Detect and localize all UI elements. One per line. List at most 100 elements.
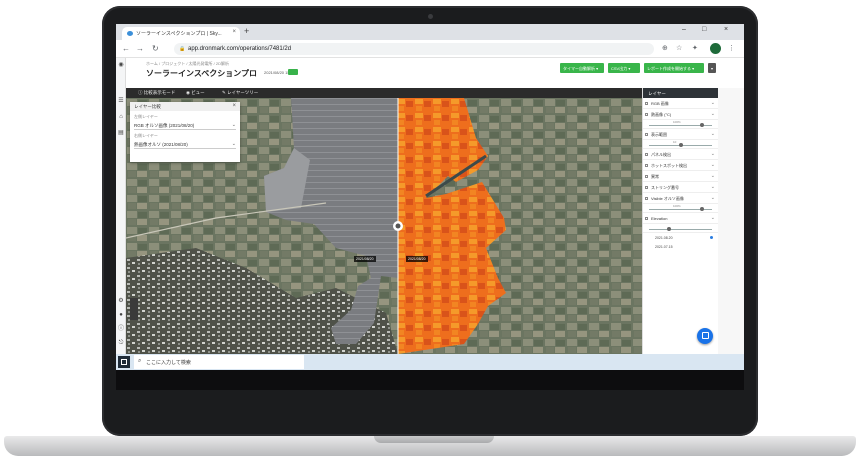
laptop-mockup: ソーラーインスペクションプロ | Sky... × + – □ × ← → ↻ …: [0, 0, 860, 460]
logo-icon[interactable]: ◉: [118, 62, 124, 68]
left-layer-select[interactable]: RGB オルソ画像 (2021/08/20) ⌄: [134, 121, 236, 130]
favicon-icon: [127, 31, 133, 36]
close-window-icon[interactable]: ×: [724, 26, 728, 33]
opacity-slider[interactable]: 10: [643, 140, 718, 149]
layer-name: 表示範囲: [651, 132, 667, 137]
chevron-down-icon: ⌄: [710, 162, 715, 168]
chevron-down-icon: ⌄: [231, 122, 236, 128]
slider-handle[interactable]: [700, 207, 704, 211]
browser-menu-icon[interactable]: ⋮: [728, 44, 735, 52]
breadcrumb[interactable]: ホーム / プロジェクト / 太陽光発電所 / 2D解析: [146, 61, 229, 67]
profile-avatar[interactable]: [710, 43, 721, 54]
layer-tree-button[interactable]: ✎ レイヤーツリー: [222, 90, 258, 96]
compare-mode-button[interactable]: ⓘ 比較表示モード: [138, 90, 175, 96]
new-tab-icon[interactable]: +: [244, 26, 249, 36]
chevron-down-icon: ⌄: [710, 131, 715, 137]
more-button[interactable]: ▾: [708, 63, 716, 73]
layer-toggle-row[interactable]: パネル検出 ⌄: [643, 149, 718, 160]
layer-toggle-row[interactable]: 熱画像 (°C) ⌄: [643, 109, 718, 120]
opacity-slider[interactable]: [643, 224, 718, 233]
date-item[interactable]: 2021.07.15: [643, 242, 718, 251]
checkbox[interactable]: [645, 102, 648, 105]
windows-taskbar: ⌕ ここに入力して検索: [116, 354, 744, 370]
create-report-button[interactable]: レポート作成を開始する ▾: [644, 63, 704, 73]
address-bar[interactable]: 🔒 app.dronmark.com/operations/7481/2d: [174, 43, 654, 55]
checkbox[interactable]: [645, 186, 648, 189]
layer-sidebar: レイヤー RGB 画像 ⌄ 熱画像 (°C) ⌄ 100% 表示範囲 ⌄ 10 パネル検出 ⌄ ホッ…: [642, 88, 718, 354]
layer-toggle-row[interactable]: RGB 画像 ⌄: [643, 98, 718, 109]
view-button[interactable]: ◉ ビュー: [186, 90, 205, 96]
auto-analysis-button[interactable]: タイマー自動解析 ▾: [560, 63, 604, 73]
layer-name: Elevation: [651, 216, 668, 221]
layer-toggle-row[interactable]: 異常 ⌄: [643, 171, 718, 182]
logout-icon[interactable]: ⎋: [118, 340, 124, 346]
layer-toggle-row[interactable]: ホットスポット検出 ⌄: [643, 160, 718, 171]
close-tab-icon[interactable]: ×: [232, 29, 236, 35]
folder-icon[interactable]: ▤: [118, 130, 124, 136]
layer-toggle-row[interactable]: 表示範囲 ⌄: [643, 129, 718, 140]
layer-toggle-row[interactable]: Elevation ⌄: [643, 213, 718, 224]
layer-toggle-row[interactable]: Visible オルソ画像 ⌄: [643, 193, 718, 204]
chevron-down-icon: ⌄: [231, 141, 236, 147]
url-text: app.dronmark.com/operations/7481/2d: [188, 46, 292, 52]
browser-tab-bar: ソーラーインスペクションプロ | Sky... × + – □ ×: [116, 24, 744, 40]
layer-panel-title: レイヤー比較: [134, 104, 161, 109]
checkbox[interactable]: [645, 217, 648, 220]
chevron-down-icon: ⌄: [710, 151, 715, 157]
bookmark-star-icon[interactable]: ☆: [676, 44, 682, 52]
date-label: 2021.08.20: [655, 236, 673, 240]
chat-button[interactable]: [697, 328, 713, 344]
info-icon[interactable]: ⓘ: [118, 326, 124, 332]
user-icon[interactable]: ●: [118, 312, 124, 318]
app-header: ホーム / プロジェクト / 太陽光発電所 / 2D解析 ソーラーインスペクショ…: [126, 58, 744, 88]
checkbox[interactable]: [645, 197, 648, 200]
minimize-icon[interactable]: –: [682, 26, 686, 33]
start-button[interactable]: [118, 356, 130, 368]
opacity-slider[interactable]: 100%: [643, 204, 718, 213]
csv-export-button[interactable]: CSV出力 ▾: [608, 63, 640, 73]
zoom-icon[interactable]: ⊕: [662, 44, 668, 52]
checkbox[interactable]: [645, 113, 648, 116]
settings-icon[interactable]: ⚙: [118, 298, 124, 304]
taskbar-search-input[interactable]: ⌕ ここに入力して検索: [134, 355, 304, 369]
checkbox[interactable]: [645, 175, 648, 178]
chevron-down-icon: ⌄: [710, 215, 715, 221]
reload-icon[interactable]: ↻: [152, 44, 159, 53]
opacity-slider[interactable]: 100%: [643, 120, 718, 129]
slider-track[interactable]: [649, 229, 712, 230]
map-toolbar: ⓘ 比較表示モード ◉ ビュー ✎ レイヤーツリー: [126, 88, 642, 98]
checkbox[interactable]: [645, 164, 648, 167]
menu-icon[interactable]: ☰: [118, 98, 124, 104]
extension-icon[interactable]: ✦: [692, 44, 698, 52]
layer-name: 熱画像 (°C): [651, 112, 672, 117]
layer-name: ストリング番号: [651, 185, 679, 190]
left-layer-value: RGB オルソ画像 (2021/08/20): [134, 123, 195, 128]
slider-value: 100%: [673, 204, 681, 208]
layer-sidebar-title: レイヤー: [643, 88, 718, 98]
back-icon[interactable]: ←: [122, 44, 130, 53]
checkbox[interactable]: [645, 153, 648, 156]
slider-handle[interactable]: [700, 123, 704, 127]
slider-handle[interactable]: [679, 143, 683, 147]
tab-title: ソーラーインスペクションプロ | Sky...: [136, 31, 222, 37]
map-date-label-left: 2021/08/20: [354, 256, 376, 262]
right-layer-select[interactable]: 熱画像オルソ (2021/08/20) ⌄: [134, 140, 236, 149]
home-icon[interactable]: ⌂: [118, 114, 124, 120]
right-layer-label: 右側レイヤー: [134, 133, 158, 138]
forward-icon[interactable]: →: [136, 44, 144, 53]
close-icon[interactable]: ×: [232, 103, 236, 109]
layer-name: 異常: [651, 174, 659, 179]
maximize-icon[interactable]: □: [702, 26, 706, 33]
slider-value: 100%: [673, 120, 681, 124]
right-tool-strip: [718, 88, 744, 354]
chevron-down-icon: ⌄: [710, 173, 715, 179]
browser-tab[interactable]: ソーラーインスペクションプロ | Sky... ×: [122, 27, 240, 40]
slider-handle[interactable]: [667, 227, 671, 231]
checkbox[interactable]: [645, 133, 648, 136]
taskbar-search-placeholder: ここに入力して検索: [146, 360, 191, 366]
layer-name: パネル検出: [651, 152, 671, 157]
date-item[interactable]: 2021.08.20: [643, 233, 718, 242]
map-date-label-right: 2021/08/20: [406, 256, 428, 262]
layer-toggle-row[interactable]: ストリング番号 ⌄: [643, 182, 718, 193]
windows-icon: [121, 359, 127, 365]
